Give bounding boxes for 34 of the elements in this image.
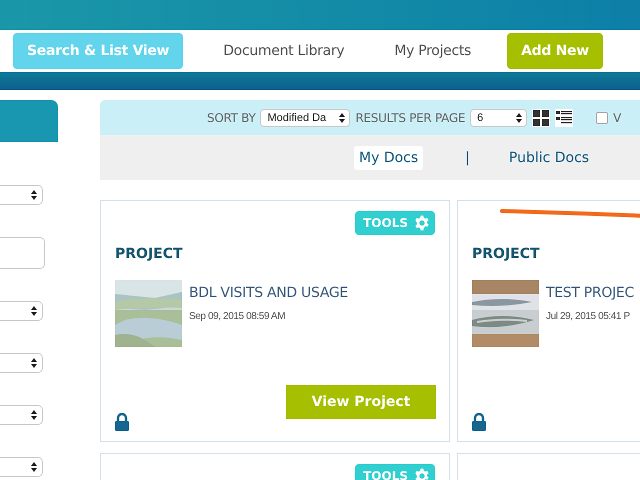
select-field[interactable] <box>0 185 43 205</box>
card-type-label: PROJECT <box>472 246 541 262</box>
doc-tab[interactable]: Public Docs <box>504 146 594 170</box>
checkbox[interactable] <box>596 112 608 124</box>
doc-tab[interactable]: My Docs <box>354 146 424 170</box>
select-field[interactable] <box>0 457 43 477</box>
input-field[interactable] <box>0 237 45 269</box>
project-date: Sep 09, 2015 08:59 AM <box>189 311 286 322</box>
select-arrows-icon <box>31 358 37 368</box>
settings-icon <box>414 215 430 231</box>
select-arrows-icon <box>516 112 522 122</box>
select-arrows-icon <box>31 410 37 420</box>
select-field[interactable] <box>0 353 43 373</box>
tab-separator: | <box>465 150 470 166</box>
per-page-label: RESULTS PER PAGE <box>355 110 466 124</box>
settings-icon <box>414 468 430 480</box>
nav-link[interactable]: Document Library <box>209 33 358 69</box>
select-arrows-icon <box>31 306 37 316</box>
sort-label: SORT BY <box>207 110 256 124</box>
nav-link[interactable]: My Projects <box>380 33 486 69</box>
per-page-select[interactable]: 6 <box>470 108 528 126</box>
project-title[interactable]: BDL VISITS AND USAGE <box>189 285 348 301</box>
list-view-icon[interactable] <box>555 108 574 126</box>
sort-select[interactable]: Modified Da <box>260 108 350 126</box>
select-arrows-icon <box>31 190 37 200</box>
select-field[interactable] <box>0 301 43 321</box>
grid-view-icon[interactable] <box>532 108 550 126</box>
checkbox-label: V <box>613 110 622 124</box>
select-field[interactable] <box>0 405 43 425</box>
project-title[interactable]: TEST PROJEC <box>546 285 634 301</box>
project-date: Jul 29, 2015 05:41 P <box>546 311 631 322</box>
select-arrows-icon <box>339 112 346 122</box>
select-arrows-icon <box>31 462 37 472</box>
card-type-label: PROJECT <box>115 246 184 262</box>
